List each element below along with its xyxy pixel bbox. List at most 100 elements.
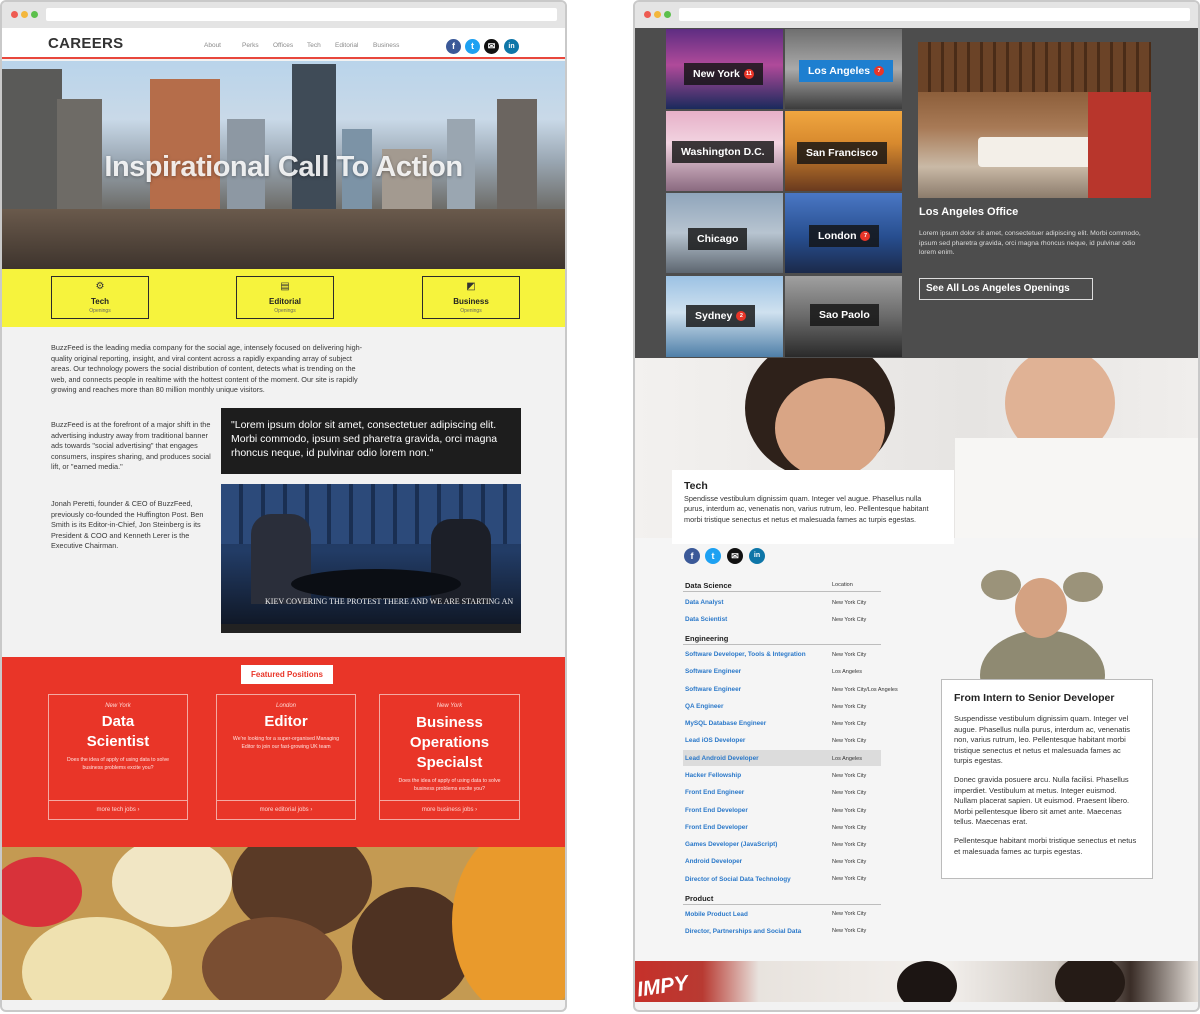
hero-banner: Inspirational Call To Action (2, 61, 565, 269)
city-tile-london[interactable]: London 7 (785, 193, 902, 273)
hero-title: Inspirational Call To Action (104, 151, 463, 183)
facebook-icon[interactable]: f (446, 39, 461, 54)
job-link[interactable]: MySQL Database Engineer (685, 720, 766, 727)
job-link[interactable]: Mobile Product Lead (685, 911, 748, 918)
openings-badge: 7 (860, 231, 871, 242)
maximize-dot[interactable] (31, 11, 38, 18)
city-tile-san-francisco[interactable]: San Francisco (785, 111, 902, 191)
intro-paragraph: BuzzFeed is at the forefront of a major … (51, 420, 211, 472)
twitter-icon[interactable]: t (705, 548, 721, 564)
featured-job-card[interactable]: New York Business Operations Specialst D… (379, 694, 520, 820)
job-link[interactable]: Software Engineer (685, 686, 741, 693)
city-tile-washington[interactable]: Washington D.C. (666, 111, 783, 191)
category-label: Editorial (268, 297, 301, 306)
city-tile-los-angeles[interactable]: Los Angeles 7 (785, 29, 902, 109)
nav-editorial[interactable]: Editorial (335, 42, 358, 49)
job-description: Does the idea of apply of using data to … (398, 778, 501, 792)
job-link[interactable]: Director of Social Data Technology (685, 876, 791, 883)
email-icon[interactable]: ✉ (727, 548, 743, 564)
city-tile-chicago[interactable]: Chicago (666, 193, 783, 273)
popcorn-shape (22, 917, 172, 1000)
story-card: From Intern to Senior Developer Suspendi… (941, 679, 1153, 879)
minimize-dot[interactable] (654, 11, 661, 18)
job-link[interactable]: Front End Developer (685, 824, 748, 831)
more-editorial-jobs-link[interactable]: more editorial jobs › (217, 800, 355, 819)
more-tech-jobs-link[interactable]: more tech jobs › (49, 800, 187, 819)
video-controls[interactable] (221, 624, 521, 633)
job-link[interactable]: Hacker Fellowship (685, 772, 741, 779)
group-engineering: Engineering (685, 634, 729, 643)
nav-tech[interactable]: Tech (307, 42, 321, 49)
job-link[interactable]: Software Developer, Tools & Integration (685, 651, 806, 658)
category-label: Business (453, 297, 489, 306)
close-dot[interactable] (11, 11, 18, 18)
more-business-jobs-link[interactable]: more business jobs › (380, 800, 519, 819)
facebook-icon[interactable]: f (684, 548, 700, 564)
video-player[interactable]: KIEV COVERING THE PROTEST THERE AND WE A… (221, 484, 521, 633)
city-tile-sao-paolo[interactable]: Sao Paolo (785, 276, 902, 357)
person-head (897, 961, 957, 1002)
email-icon[interactable]: ✉ (484, 39, 499, 54)
job-location: New York City (832, 928, 867, 934)
group-product: Product (685, 894, 714, 903)
job-link[interactable]: Data Scientist (685, 616, 727, 623)
tech-title: Tech (684, 480, 708, 492)
linkedin-icon[interactable]: in (504, 39, 519, 54)
maximize-dot[interactable] (664, 11, 671, 18)
job-link-highlighted[interactable]: Lead Android Developer (685, 755, 759, 762)
address-bar[interactable] (46, 8, 557, 21)
category-business-button[interactable]: ◩ Business Openings (422, 276, 520, 319)
twitter-icon[interactable]: t (465, 39, 480, 54)
linkedin-icon[interactable]: in (749, 548, 765, 564)
job-link[interactable]: Front End Engineer (685, 789, 744, 796)
nav-business[interactable]: Business (373, 42, 399, 49)
office-photo (918, 42, 1151, 198)
city-label: London 7 (809, 225, 880, 247)
city-name: Chicago (697, 233, 739, 245)
address-bar[interactable] (679, 8, 1190, 21)
city-name: London (818, 230, 857, 242)
job-link[interactable]: Front End Developer (685, 807, 748, 814)
job-title: Business Operations Specialst (409, 714, 490, 771)
careers-logo[interactable]: CAREERS (48, 35, 123, 52)
city-tile-sydney[interactable]: Sydney 2 (666, 276, 783, 357)
group-data-science: Data Science (685, 581, 732, 590)
city-tile-new-york[interactable]: New York 11 (666, 29, 783, 109)
location-column-header: Location (832, 582, 853, 588)
job-link[interactable]: Android Developer (685, 858, 742, 865)
job-location: New York City (832, 825, 867, 831)
job-link[interactable]: Lead iOS Developer (685, 737, 745, 744)
job-location: New York City (832, 600, 867, 606)
pull-quote: "Lorem ipsum dolor sit amet, consectetue… (221, 408, 521, 474)
job-description: We're looking for a super-organised Mana… (232, 736, 340, 750)
cracker-shape (452, 847, 565, 1000)
see-all-openings-button[interactable]: See All Los Angeles Openings (919, 278, 1093, 300)
featured-job-card[interactable]: London Editor We're looking for a super-… (216, 694, 356, 820)
snacks-image (2, 847, 565, 1000)
job-link[interactable]: QA Engineer (685, 703, 723, 710)
minimize-dot[interactable] (21, 11, 28, 18)
nav-perks[interactable]: Perks (242, 42, 259, 49)
featured-positions-label[interactable]: Featured Positions (241, 665, 333, 684)
office-title: Los Angeles Office (919, 206, 1019, 218)
intro-paragraph: BuzzFeed is the leading media company fo… (51, 343, 363, 395)
document-icon: ▤ (280, 281, 290, 292)
featured-job-card[interactable]: New York Data Scientist Does the idea of… (48, 694, 188, 820)
nav-offices[interactable]: Offices (273, 42, 293, 49)
job-link[interactable]: Games Developer (JavaScript) (685, 841, 777, 848)
job-location: New York City (832, 721, 867, 727)
category-sub: Openings (274, 308, 296, 314)
job-link[interactable]: Data Analyst (685, 599, 723, 606)
job-link[interactable]: Software Engineer (685, 668, 741, 675)
job-description: Does the idea of apply of using data to … (66, 757, 170, 771)
job-link[interactable]: Director, Partnerships and Social Data (685, 928, 801, 935)
category-tech-button[interactable]: ⚙ Tech Openings (51, 276, 149, 319)
city-label: Chicago (688, 228, 748, 250)
nav-about[interactable]: About (204, 42, 221, 49)
category-editorial-button[interactable]: ▤ Editorial Openings (236, 276, 334, 319)
job-title: Editor (264, 713, 308, 730)
divider (683, 591, 881, 592)
person-arm (1063, 572, 1103, 602)
close-dot[interactable] (644, 11, 651, 18)
job-location: New York (436, 703, 463, 709)
